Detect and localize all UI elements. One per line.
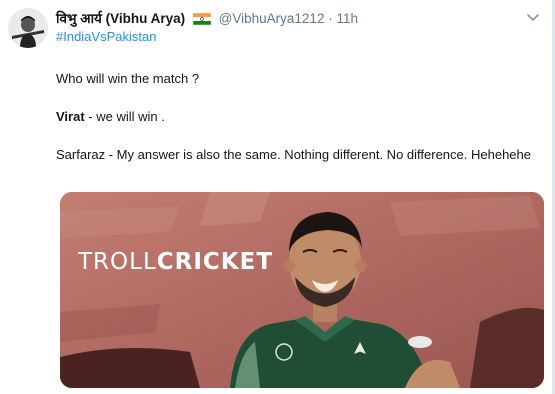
trollcricket-watermark: TROLLCRICKET [78, 249, 273, 275]
avatar[interactable] [8, 8, 48, 48]
india-flag-icon [192, 12, 212, 28]
speaker-quote: - we will win . [84, 109, 165, 124]
author-name[interactable]: विभु आर्य (Vibhu Arya) [56, 11, 185, 26]
watermark-cricket: CRICKET [156, 249, 274, 275]
tweet-media-image[interactable]: TROLLCRICKET [60, 192, 544, 388]
media-illustration [60, 192, 544, 388]
tweet-text-line: Virat - we will win . [56, 108, 165, 125]
tweet-timestamp[interactable]: 11h [336, 11, 358, 26]
tweet-header: विभु आर्य (Vibhu Arya) @VibhuArya1212 · … [56, 9, 358, 28]
tweet-text-line: Who will win the match ? [56, 71, 200, 86]
tweet-text-paragraph: Sarfaraz - My answer is also the same. N… [56, 147, 531, 162]
author-handle[interactable]: @VibhuArya1212 [219, 11, 325, 26]
separator-dot: · [328, 11, 333, 26]
speaker-name: Virat [56, 109, 85, 124]
hashtag-link[interactable]: #IndiaVsPakistan [56, 29, 156, 44]
chevron-down-icon[interactable] [526, 10, 540, 28]
tweet[interactable]: विभु आर्य (Vibhu Arya) @VibhuArya1212 · … [0, 0, 555, 394]
watermark-troll: TROLL [78, 249, 157, 275]
